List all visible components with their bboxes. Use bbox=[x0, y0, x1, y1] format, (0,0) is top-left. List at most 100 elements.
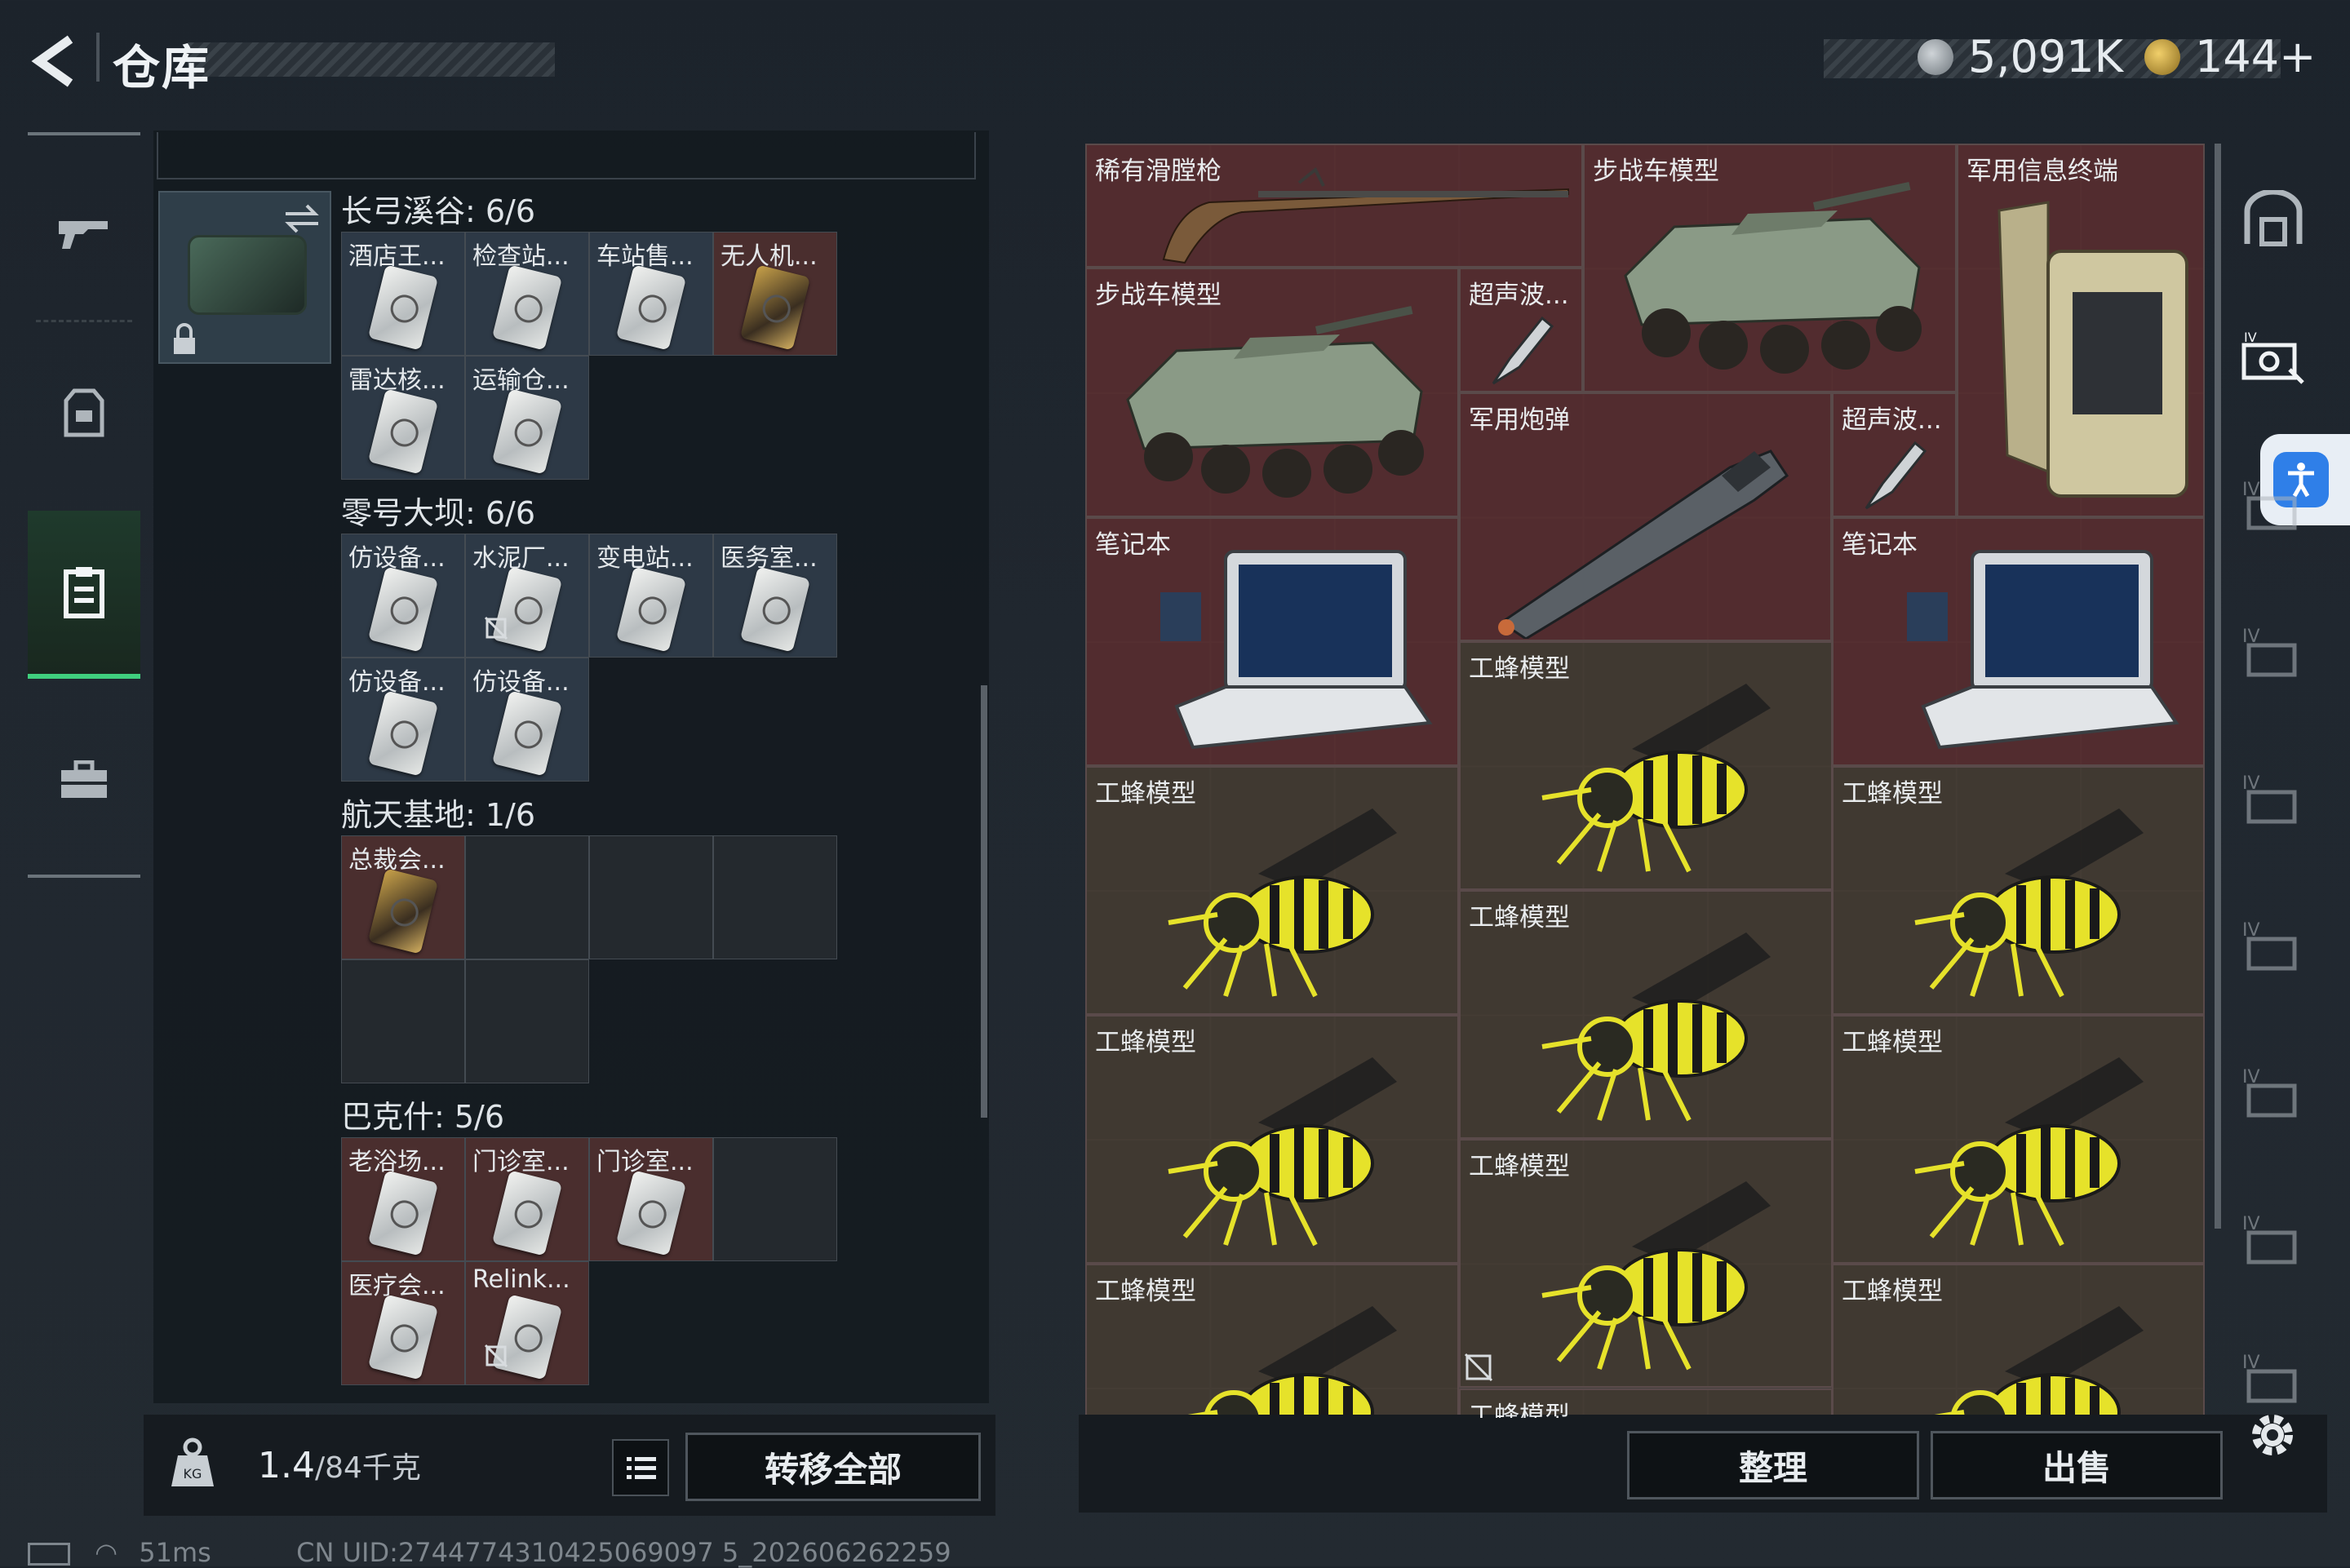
key-card-slot[interactable]: 雷达核... bbox=[341, 356, 465, 480]
group-title: 长弓溪谷: 6/6 bbox=[341, 193, 536, 229]
item-label: 步战车模型 bbox=[1593, 157, 1719, 186]
key-card-slot[interactable]: Relink... bbox=[465, 1261, 589, 1385]
key-card-slot[interactable]: 检查站... bbox=[465, 232, 589, 356]
sidebar-weapons[interactable] bbox=[28, 152, 140, 315]
item-worker-bee-model[interactable]: 工蜂模型 bbox=[1085, 1015, 1459, 1264]
uid: CN UID:2744774310425069097 5_20260626225… bbox=[296, 1537, 951, 1568]
slot-label: Relink... bbox=[472, 1265, 570, 1294]
key-card-slot[interactable]: 总裁会... bbox=[341, 835, 465, 959]
slot-label: 门诊室... bbox=[596, 1148, 694, 1176]
item-label: 超声波... bbox=[1842, 405, 1942, 435]
item-label: 工蜂模型 bbox=[1469, 654, 1570, 684]
key-card-slot[interactable]: 医务室... bbox=[713, 534, 837, 658]
item-label: 工蜂模型 bbox=[1469, 1402, 1570, 1418]
keycard-image bbox=[491, 264, 563, 351]
item-ifv-model-2[interactable]: 步战车模型 bbox=[1085, 268, 1459, 517]
transfer-all-button[interactable]: 转移全部 bbox=[685, 1433, 981, 1501]
svg-text:IV: IV bbox=[2242, 627, 2260, 647]
key-card-slot[interactable]: 车站售... bbox=[589, 232, 713, 356]
gear-icon bbox=[2252, 1415, 2293, 1455]
item-worker-bee-model[interactable]: 工蜂模型 bbox=[1085, 1264, 1459, 1418]
stash-tab[interactable]: IV bbox=[2239, 1346, 2308, 1415]
slot-label: 仿设备... bbox=[472, 668, 570, 697]
item-laptop-1[interactable]: 笔记本 bbox=[1085, 517, 1459, 766]
stash-tab[interactable]: IV bbox=[2239, 914, 2308, 982]
stash-tab[interactable]: IV bbox=[2239, 1061, 2308, 1129]
stash-tab[interactable]: IV bbox=[2239, 620, 2308, 689]
slot-label: 医疗会... bbox=[348, 1272, 446, 1300]
no-transfer-icon bbox=[484, 1344, 508, 1368]
sell-button[interactable]: 出售 bbox=[1931, 1431, 2223, 1499]
stash-tab-home[interactable] bbox=[2239, 184, 2308, 253]
item-ultrasonic-1[interactable]: 超声波... bbox=[1459, 268, 1583, 392]
key-card-slot[interactable]: 仿设备... bbox=[465, 658, 589, 782]
item-worker-bee-model[interactable]: 工蜂模型 bbox=[1085, 766, 1459, 1015]
item-military-shell[interactable]: 军用炮弹 bbox=[1459, 392, 1832, 641]
key-card-slot[interactable]: 门诊室... bbox=[465, 1137, 589, 1261]
item-laptop-2[interactable]: 笔记本 bbox=[1832, 517, 2205, 766]
item-worker-bee-model[interactable]: 工蜂模型 bbox=[1832, 1264, 2205, 1418]
item-worker-bee-model[interactable]: 工蜂模型 bbox=[1459, 1139, 1833, 1388]
key-card-slot[interactable]: 老浴场... bbox=[341, 1137, 465, 1261]
keycard-image bbox=[491, 388, 563, 475]
collection-grid: 酒店王... 检查站... 车站售... 无人机... 雷达核... 运输仓... bbox=[341, 232, 837, 480]
bee-image bbox=[1541, 684, 1771, 873]
key-card-slot[interactable]: 变电站... bbox=[589, 534, 713, 658]
panel-top-bar bbox=[157, 132, 976, 179]
item-worker-bee-model[interactable]: 工蜂模型 bbox=[1459, 641, 1833, 890]
svg-text:IV: IV bbox=[2242, 1214, 2260, 1234]
key-card-slot[interactable]: 仿设备... bbox=[341, 658, 465, 782]
group-title: 航天基地: 1/6 bbox=[341, 797, 536, 833]
slot-label: 总裁会... bbox=[348, 846, 446, 875]
shell-image bbox=[1498, 450, 1789, 639]
ifv-image bbox=[1624, 182, 1922, 374]
item-ultrasonic-2[interactable]: 超声波... bbox=[1832, 392, 1957, 517]
keycard-image bbox=[615, 264, 687, 351]
item-worker-bee-model[interactable]: 工蜂模型 bbox=[1459, 1389, 1833, 1418]
item-label: 工蜂模型 bbox=[1842, 1028, 1943, 1057]
stash-tab[interactable]: IV bbox=[2239, 473, 2308, 542]
collection-grid: 老浴场... 门诊室... 门诊室... 医疗会... Relink... bbox=[341, 1137, 837, 1385]
empty-slot bbox=[341, 959, 465, 1083]
key-card-slot[interactable]: 无人机... bbox=[713, 232, 837, 356]
stash-tab[interactable]: IV bbox=[2239, 767, 2308, 835]
key-card-slot[interactable]: 仿设备... bbox=[341, 534, 465, 658]
item-military-terminal[interactable]: 军用信息终端 bbox=[1957, 144, 2205, 517]
ifv-image bbox=[1126, 306, 1424, 498]
sidebar-gear[interactable] bbox=[28, 331, 140, 494]
sidebar-collections[interactable] bbox=[28, 511, 140, 679]
left-scrollbar[interactable] bbox=[981, 685, 987, 1118]
battery-icon bbox=[28, 1543, 70, 1566]
svg-text:IV: IV bbox=[2242, 920, 2260, 941]
item-worker-bee-model[interactable]: 工蜂模型 bbox=[1832, 1015, 2205, 1264]
item-musket[interactable]: 稀有滑膛枪 bbox=[1085, 144, 1583, 268]
stash-grid: 稀有滑膛枪 步战车模型 军用信息终端 步战车模型 超声波... 军用炮弹 超声波… bbox=[1085, 144, 2205, 1418]
swap-icon[interactable] bbox=[282, 202, 321, 235]
stash-case-icon: IV bbox=[2242, 920, 2297, 971]
bee-image bbox=[1541, 1181, 1771, 1371]
key-card-slot[interactable]: 运输仓... bbox=[465, 356, 589, 480]
back-button[interactable] bbox=[28, 33, 85, 90]
key-card-slot[interactable]: 医疗会... bbox=[341, 1261, 465, 1385]
organize-button[interactable]: 整理 bbox=[1627, 1431, 1919, 1499]
list-view-button[interactable] bbox=[612, 1439, 669, 1496]
settings-button[interactable] bbox=[2246, 1408, 2299, 1462]
laptop-image bbox=[1907, 550, 2179, 750]
stash-tab-1[interactable]: IV bbox=[2239, 323, 2308, 392]
stash-tab[interactable]: IV bbox=[2239, 1207, 2308, 1276]
key-card-slot[interactable]: 水泥厂... bbox=[465, 534, 589, 658]
empty-slot bbox=[713, 835, 837, 959]
house-icon bbox=[2244, 190, 2303, 246]
sidebar-supplies[interactable] bbox=[28, 698, 140, 862]
key-card-slot[interactable]: 酒店王... bbox=[341, 232, 465, 356]
item-label: 工蜂模型 bbox=[1469, 903, 1570, 932]
item-worker-bee-model[interactable]: 工蜂模型 bbox=[1832, 766, 2205, 1015]
slot-label: 门诊室... bbox=[472, 1148, 570, 1176]
key-case-slot[interactable] bbox=[158, 191, 331, 364]
item-worker-bee-model[interactable]: 工蜂模型 bbox=[1459, 890, 1833, 1139]
right-scrollbar[interactable] bbox=[2215, 144, 2221, 1229]
key-card-slot[interactable]: 门诊室... bbox=[589, 1137, 713, 1261]
currency-premium[interactable]: 144+ bbox=[2195, 31, 2316, 82]
item-ifv-model-1[interactable]: 步战车模型 bbox=[1583, 144, 1957, 392]
bee-image bbox=[1914, 1057, 2144, 1247]
